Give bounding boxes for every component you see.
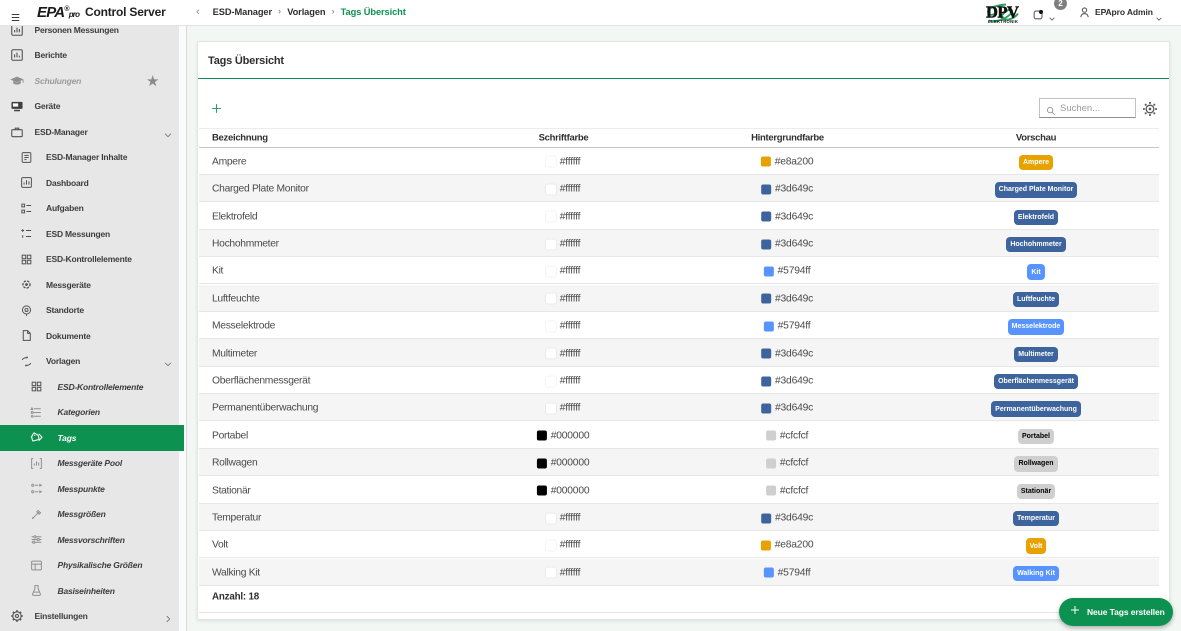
svg-text:ELEKTRONIK: ELEKTRONIK <box>988 19 1018 24</box>
